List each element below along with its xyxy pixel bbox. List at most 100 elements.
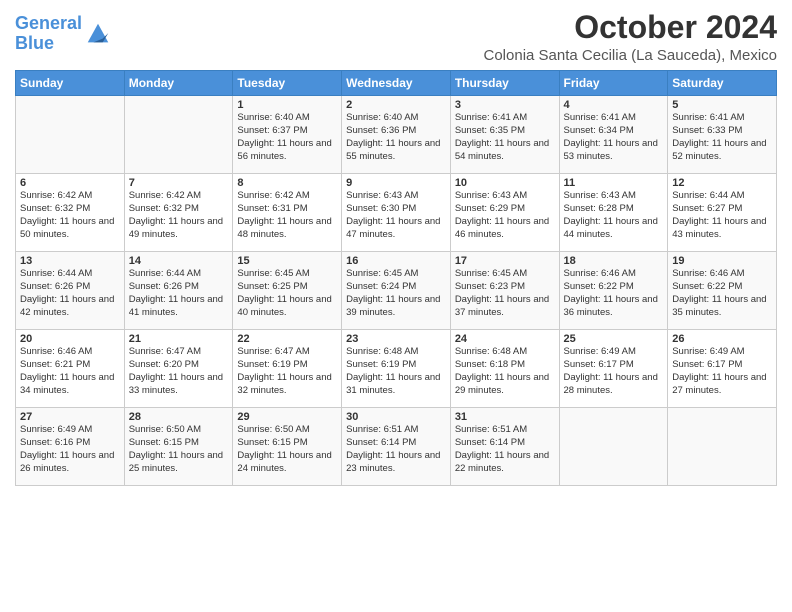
- cell-line: Sunrise: 6:43 AM: [564, 190, 636, 201]
- calendar-cell: 2Sunrise: 6:40 AMSunset: 6:36 PMDaylight…: [342, 96, 451, 174]
- cell-content: Sunrise: 6:44 AM Sunset: 6:26 PM Daylight:…: [20, 268, 120, 319]
- page-subtitle: Colonia Santa Cecilia (La Sauceda), Mexi…: [484, 47, 778, 64]
- cell-line: Daylight: 11 hours and 40 minutes.: [237, 294, 331, 318]
- day-number: 20: [20, 333, 120, 345]
- cell-line: Daylight: 11 hours and 24 minutes.: [237, 450, 331, 474]
- logo-text: General Blue: [15, 14, 82, 54]
- cell-line: Sunrise: 6:46 AM: [20, 346, 92, 357]
- cell-line: Daylight: 11 hours and 52 minutes.: [672, 138, 766, 162]
- cell-content: Sunrise: 6:47 AMSunset: 6:19 PMDaylight:…: [237, 346, 337, 397]
- cell-line: Sunrise: 6:49 AM: [672, 346, 744, 357]
- calendar-cell: 11Sunrise: 6:43 AM Sunset: 6:28 PM Dayligh…: [559, 174, 668, 252]
- day-number: 15: [237, 255, 337, 267]
- day-number: 11: [564, 177, 664, 189]
- cell-line: Daylight: 11 hours and 43 minutes.: [672, 216, 766, 240]
- cell-line: Sunrise: 6:46 AM: [564, 268, 636, 279]
- cell-line: Sunrise: 6:47 AM: [129, 346, 201, 357]
- day-number: 12: [672, 177, 772, 189]
- cell-line: Sunrise: 6:42 AM: [237, 190, 309, 201]
- cell-line: Sunset: 6:17 PM: [672, 359, 742, 370]
- calendar-cell: 27Sunrise: 6:49 AMSunset: 6:16 PMDayligh…: [16, 408, 125, 486]
- cell-line: Sunset: 6:33 PM: [672, 125, 742, 136]
- cell-content: Sunrise: 6:44 AM Sunset: 6:27 PM Daylight:…: [672, 190, 772, 241]
- cell-content: Sunrise: 6:43 AMSunset: 6:29 PMDaylight:…: [455, 190, 555, 241]
- cell-line: Daylight: 11 hours and 25 minutes.: [129, 450, 223, 474]
- cell-line: Sunrise: 6:47 AM: [237, 346, 309, 357]
- cell-line: Sunset: 6:19 PM: [346, 359, 416, 370]
- day-number: 7: [129, 177, 229, 189]
- day-number: 19: [672, 255, 772, 267]
- cell-line: Sunrise: 6:44 AM: [672, 190, 744, 201]
- cell-content: Sunrise: 6:42 AMSunset: 6:32 PMDaylight:…: [20, 190, 120, 241]
- calendar-cell: 28Sunrise: 6:50 AMSunset: 6:15 PMDayligh…: [124, 408, 233, 486]
- cell-line: Sunset: 6:17 PM: [564, 359, 634, 370]
- calendar-cell: 18Sunrise: 6:46 AMSunset: 6:22 PMDayligh…: [559, 252, 668, 330]
- cell-line: Sunrise: 6:40 AM: [237, 112, 309, 123]
- cell-line: Daylight: 11 hours and 32 minutes.: [237, 372, 331, 396]
- calendar-cell: 5Sunrise: 6:41 AM Sunset: 6:33 PM Daylight…: [668, 96, 777, 174]
- cell-content: Sunrise: 6:43 AMSunset: 6:30 PMDaylight:…: [346, 190, 446, 241]
- cell-line: Sunrise: 6:45 AM: [237, 268, 309, 279]
- day-header-sunday: Sunday: [16, 71, 125, 96]
- cell-line: Sunrise: 6:40 AM: [346, 112, 418, 123]
- day-number: 1: [237, 99, 337, 111]
- cell-content: Sunrise: 6:42 AMSunset: 6:31 PMDaylight:…: [237, 190, 337, 241]
- day-number: 5: [672, 99, 772, 111]
- cell-line: Daylight: 11 hours and 27 minutes.: [672, 372, 766, 396]
- day-number: 16: [346, 255, 446, 267]
- cell-line: Daylight: 11 hours and 42 minutes.: [20, 294, 114, 318]
- cell-line: Sunset: 6:27 PM: [672, 203, 742, 214]
- day-number: 17: [455, 255, 555, 267]
- calendar-cell: 3Sunrise: 6:41 AMSunset: 6:35 PMDaylight…: [450, 96, 559, 174]
- cell-line: Sunrise: 6:49 AM: [564, 346, 636, 357]
- calendar-cell: 24Sunrise: 6:48 AMSunset: 6:18 PMDayligh…: [450, 330, 559, 408]
- cell-line: Sunset: 6:24 PM: [346, 281, 416, 292]
- cell-line: Sunrise: 6:48 AM: [455, 346, 527, 357]
- cell-line: Sunset: 6:26 PM: [20, 281, 90, 292]
- header-row: SundayMondayTuesdayWednesdayThursdayFrid…: [16, 71, 777, 96]
- calendar-week-1: 1Sunrise: 6:40 AMSunset: 6:37 PMDaylight…: [16, 96, 777, 174]
- calendar-table: SundayMondayTuesdayWednesdayThursdayFrid…: [15, 70, 777, 486]
- cell-content: Sunrise: 6:41 AMSunset: 6:35 PMDaylight:…: [455, 112, 555, 163]
- calendar-cell: 8Sunrise: 6:42 AMSunset: 6:31 PMDaylight…: [233, 174, 342, 252]
- day-number: 21: [129, 333, 229, 345]
- cell-line: Daylight: 11 hours and 22 minutes.: [455, 450, 549, 474]
- calendar-cell: 9Sunrise: 6:43 AMSunset: 6:30 PMDaylight…: [342, 174, 451, 252]
- cell-line: Sunrise: 6:51 AM: [455, 424, 527, 435]
- calendar-cell: 21Sunrise: 6:47 AMSunset: 6:20 PMDayligh…: [124, 330, 233, 408]
- cell-line: Daylight: 11 hours and 36 minutes.: [564, 294, 658, 318]
- cell-line: Sunset: 6:26 PM: [129, 281, 199, 292]
- calendar-cell: 7Sunrise: 6:42 AMSunset: 6:32 PMDaylight…: [124, 174, 233, 252]
- day-number: 18: [564, 255, 664, 267]
- cell-line: Daylight: 11 hours and 37 minutes.: [455, 294, 549, 318]
- cell-content: Sunrise: 6:46 AMSunset: 6:21 PMDaylight:…: [20, 346, 120, 397]
- cell-line: Sunset: 6:28 PM: [564, 203, 634, 214]
- calendar-cell: 22Sunrise: 6:47 AMSunset: 6:19 PMDayligh…: [233, 330, 342, 408]
- cell-content: Sunrise: 6:50 AMSunset: 6:15 PMDaylight:…: [237, 424, 337, 475]
- cell-line: Daylight: 11 hours and 26 minutes.: [20, 450, 114, 474]
- cell-line: Sunrise: 6:49 AM: [20, 424, 92, 435]
- cell-content: Sunrise: 6:43 AM Sunset: 6:28 PM Daylight:…: [564, 190, 664, 241]
- calendar-cell: 4Sunrise: 6:41 AMSunset: 6:34 PMDaylight…: [559, 96, 668, 174]
- cell-line: Daylight: 11 hours and 56 minutes.: [237, 138, 331, 162]
- day-header-monday: Monday: [124, 71, 233, 96]
- calendar-cell: 23Sunrise: 6:48 AMSunset: 6:19 PMDayligh…: [342, 330, 451, 408]
- cell-line: Sunrise: 6:48 AM: [346, 346, 418, 357]
- cell-content: Sunrise: 6:46 AMSunset: 6:22 PMDaylight:…: [564, 268, 664, 319]
- cell-line: Sunrise: 6:41 AM: [672, 112, 744, 123]
- cell-line: Daylight: 11 hours and 48 minutes.: [237, 216, 331, 240]
- calendar-cell: 26Sunrise: 6:49 AMSunset: 6:17 PMDayligh…: [668, 330, 777, 408]
- cell-content: Sunrise: 6:51 AMSunset: 6:14 PMDaylight:…: [346, 424, 446, 475]
- logo-icon: [84, 20, 112, 48]
- calendar-cell: 6Sunrise: 6:42 AMSunset: 6:32 PMDaylight…: [16, 174, 125, 252]
- cell-line: Daylight: 11 hours and 54 minutes.: [455, 138, 549, 162]
- cell-line: Sunrise: 6:41 AM: [564, 112, 636, 123]
- cell-line: Sunset: 6:34 PM: [564, 125, 634, 136]
- day-number: 14: [129, 255, 229, 267]
- calendar-cell: [124, 96, 233, 174]
- cell-line: Sunrise: 6:42 AM: [129, 190, 201, 201]
- logo-general: General: [15, 13, 82, 33]
- cell-line: Daylight: 11 hours and 44 minutes.: [564, 216, 658, 240]
- day-header-saturday: Saturday: [668, 71, 777, 96]
- cell-line: Sunrise: 6:44 AM: [20, 268, 92, 279]
